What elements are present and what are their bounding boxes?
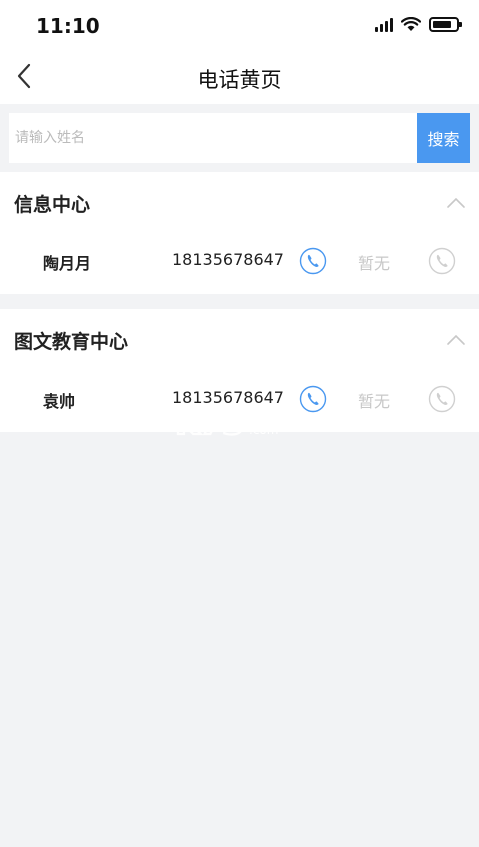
status-icons [375,17,462,32]
alt-phone-none: 暂无 [358,392,391,411]
contact-name: 陶月月 [43,254,92,273]
page-title: 电话黄页 [197,68,282,92]
search-button[interactable]: 搜索 [417,113,470,163]
status-bar: 11:10 [0,0,479,50]
wifi-icon [401,17,421,31]
alt-phone-none: 暂无 [358,254,391,273]
cellular-signal-icon [375,17,393,32]
section-info-center: 信息中心 陶月月 18135678647 暂无 [0,172,479,294]
section-header[interactable]: 图文教育中心 [0,309,479,371]
chevron-up-icon[interactable] [445,329,467,351]
phone-call-icon[interactable] [299,247,327,275]
search-input[interactable] [9,113,417,163]
watermark-text: 游戏之家 [245,408,293,423]
contact-phone: 18135678647 [172,250,284,269]
status-time: 11:10 [36,14,100,38]
nav-bar: 电话黄页 [0,50,479,104]
contact-name: 袁帅 [43,392,76,411]
contact-row: 陶月月 18135678647 暂无 [0,230,479,294]
watermark-logo: K73 游戏之家 .com [175,403,293,441]
section-title: 信息中心 [14,194,91,216]
phone-call-disabled-icon [428,385,456,413]
battery-icon [429,17,462,32]
chevron-up-icon[interactable] [445,192,467,214]
watermark-domain: .com [249,423,278,437]
search-bar: 搜索 [0,104,479,168]
section-title: 图文教育中心 [14,331,129,353]
svg-text:K73: K73 [175,404,244,441]
section-header[interactable]: 信息中心 [0,172,479,234]
phone-call-disabled-icon [428,247,456,275]
